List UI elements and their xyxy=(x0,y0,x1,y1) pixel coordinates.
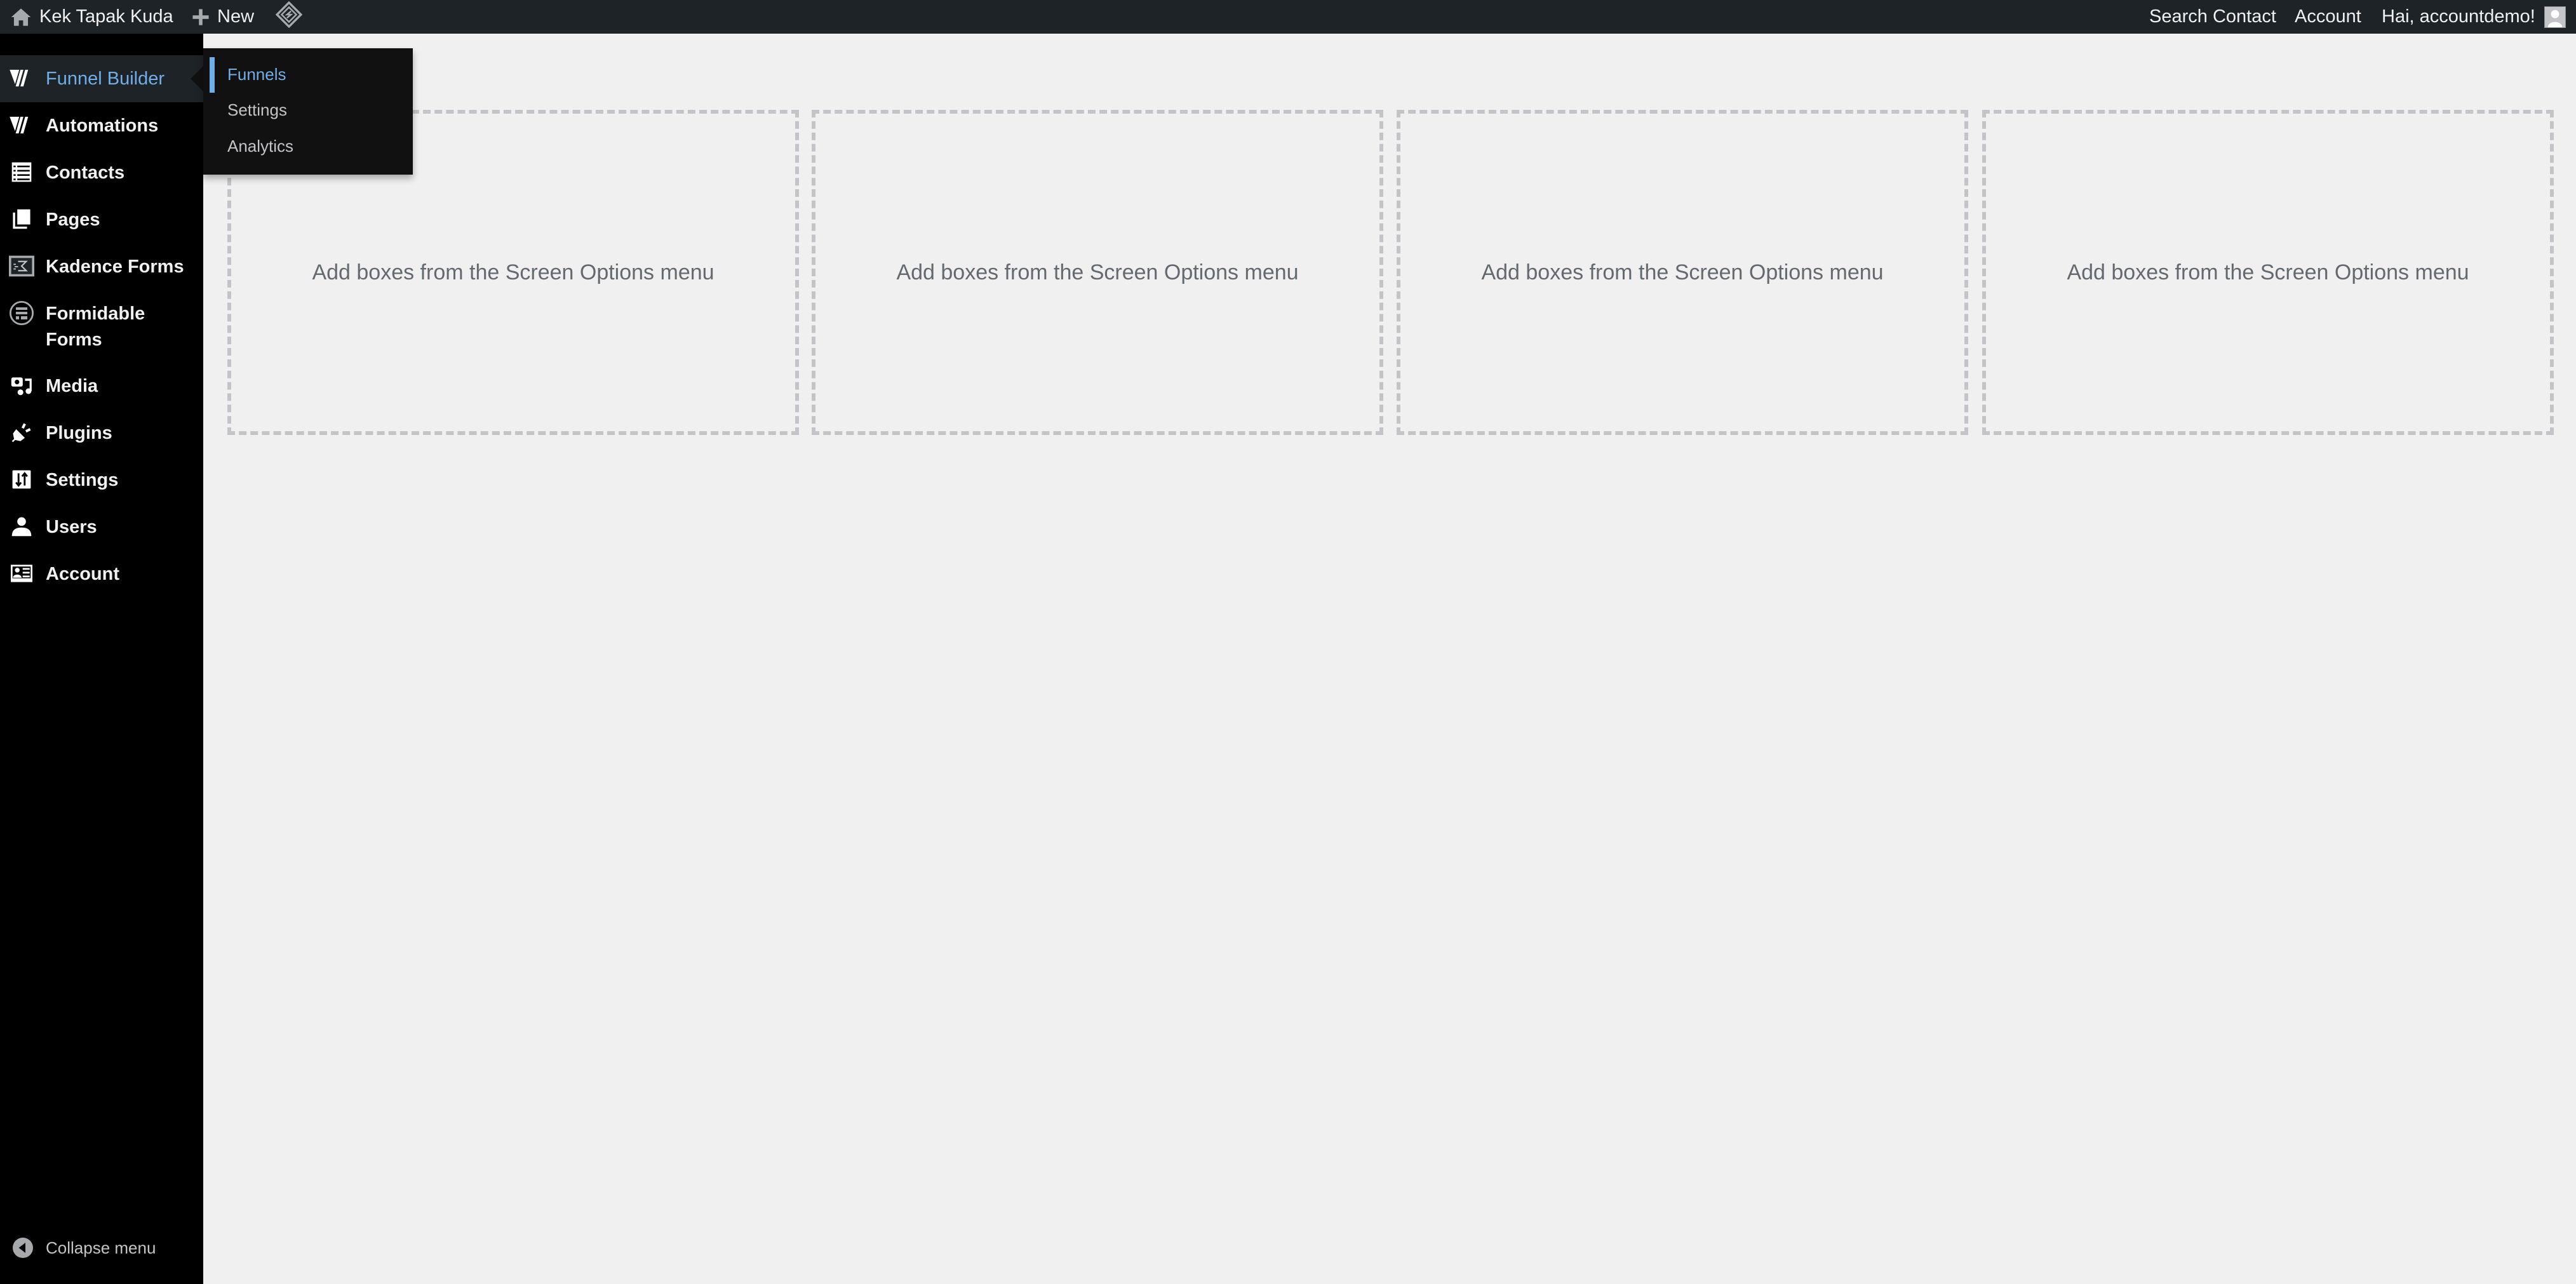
sidebar-item-label: Media xyxy=(46,376,98,396)
sidebar-item-plugins[interactable]: Plugins xyxy=(0,410,203,457)
sidebar-item-pages[interactable]: Pages xyxy=(0,196,203,243)
media-icon xyxy=(9,373,34,398)
empty-widget-container: Add boxes from the Screen Options menu xyxy=(1982,110,2554,435)
sidebar-item-label: Funnel Builder xyxy=(46,69,164,89)
sidebar-item-settings[interactable]: Settings xyxy=(0,457,203,504)
sidebar-item-formidable-forms[interactable]: Formidable Forms xyxy=(0,290,203,363)
empty-widget-container: Add boxes from the Screen Options menu xyxy=(1397,110,1968,435)
submenu-item-settings[interactable]: Settings xyxy=(227,100,287,120)
formidable-icon xyxy=(9,300,34,326)
site-name-link[interactable]: Kek Tapak Kuda xyxy=(10,0,173,34)
diamond-logo-icon xyxy=(275,1,303,33)
pages-icon xyxy=(9,206,34,232)
sidebar-item-funnel-builder[interactable]: Funnel Builder xyxy=(0,55,203,102)
kadence-icon xyxy=(9,253,34,279)
sidebar-item-account[interactable]: Account xyxy=(0,551,203,598)
empty-container-text: Add boxes from the Screen Options menu xyxy=(312,260,714,284)
sidebar-item-users[interactable]: Users xyxy=(0,504,203,551)
sidebar-item-label: Settings xyxy=(46,470,119,490)
plugin-icon xyxy=(9,420,34,445)
current-menu-arrow xyxy=(191,66,203,91)
admin-bar: Kek Tapak Kuda New Search Contact Accoun… xyxy=(0,0,2576,34)
site-name: Kek Tapak Kuda xyxy=(39,6,173,27)
collapse-label: Collapse menu xyxy=(46,1238,156,1257)
collapse-arrow-icon xyxy=(13,1238,33,1262)
settings-icon xyxy=(9,467,34,492)
sidebar-item-label: Formidable Forms xyxy=(46,304,145,350)
funnel-builder-submenu: Funnels Settings Analytics xyxy=(203,48,413,175)
empty-container-text: Add boxes from the Screen Options menu xyxy=(1481,260,1884,284)
sidebar-item-label: Automations xyxy=(46,116,159,136)
greeting: Hai, accountdemo! xyxy=(2382,6,2535,27)
sidebar-item-label: Kadence Forms xyxy=(46,257,184,277)
list-icon xyxy=(9,159,34,185)
avatar-icon xyxy=(2544,6,2566,28)
new-content-link[interactable]: New xyxy=(192,0,254,34)
id-card-icon xyxy=(9,561,34,586)
user-account-menu[interactable]: Hai, accountdemo! xyxy=(2382,0,2566,34)
account-link[interactable]: Account xyxy=(2295,0,2361,34)
new-label: New xyxy=(217,6,255,27)
submenu-item-analytics[interactable]: Analytics xyxy=(227,137,293,156)
users-icon xyxy=(9,514,34,539)
admin-sidebar: Funnel Builder Automations Contacts Page… xyxy=(0,34,203,1284)
sidebar-item-label: Users xyxy=(46,517,97,537)
search-contact-link[interactable]: Search Contact xyxy=(2149,0,2276,34)
plugin-logo-link[interactable] xyxy=(275,0,303,34)
sidebar-item-automations[interactable]: Automations xyxy=(0,102,203,149)
empty-container-text: Add boxes from the Screen Options menu xyxy=(2067,260,2469,284)
funnelkit-logo-icon xyxy=(9,112,34,138)
sidebar-item-label: Plugins xyxy=(46,423,112,443)
active-indicator xyxy=(210,57,215,93)
plus-icon xyxy=(192,8,210,26)
empty-widget-container: Add boxes from the Screen Options menu xyxy=(812,110,1383,435)
sidebar-item-label: Contacts xyxy=(46,163,125,183)
sidebar-item-media[interactable]: Media xyxy=(0,363,203,410)
sidebar-item-contacts[interactable]: Contacts xyxy=(0,149,203,196)
sidebar-item-label: Pages xyxy=(46,210,100,230)
empty-container-text: Add boxes from the Screen Options menu xyxy=(896,260,1299,284)
funnelkit-logo-icon xyxy=(9,65,34,91)
sidebar-item-label: Account xyxy=(46,564,119,584)
collapse-menu-button[interactable]: Collapse menu xyxy=(0,1232,203,1264)
submenu-item-funnels[interactable]: Funnels xyxy=(227,65,286,84)
sidebar-item-kadence-forms[interactable]: Kadence Forms xyxy=(0,243,203,290)
home-icon xyxy=(10,6,32,28)
